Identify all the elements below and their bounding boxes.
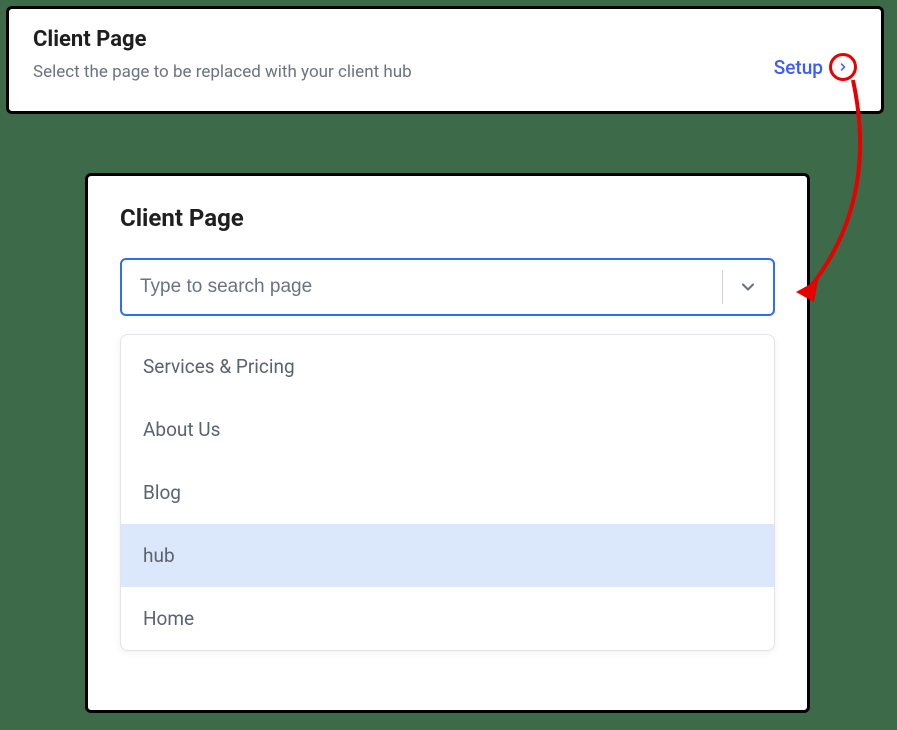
page-search-combobox[interactable]	[120, 258, 775, 316]
card-subtitle: Select the page to be replaced with your…	[33, 62, 412, 82]
dropdown-option[interactable]: hub	[121, 524, 774, 587]
page-search-input[interactable]	[122, 260, 722, 314]
dropdown-option[interactable]: Blog	[121, 461, 774, 524]
picker-title: Client Page	[120, 204, 775, 232]
client-page-setup-card: Client Page Select the page to be replac…	[6, 6, 884, 114]
chevron-right-icon[interactable]	[829, 53, 857, 81]
setup-link-label[interactable]: Setup	[774, 56, 823, 79]
card-text-block: Client Page Select the page to be replac…	[33, 27, 412, 82]
dropdown-option[interactable]: Services & Pricing	[121, 335, 774, 398]
card-title: Client Page	[33, 27, 412, 52]
page-dropdown-list: Services & PricingAbout UsBloghubHome	[120, 334, 775, 651]
dropdown-option[interactable]: About Us	[121, 398, 774, 461]
dropdown-option[interactable]: Home	[121, 587, 774, 650]
client-page-picker-card: Client Page Services & PricingAbout UsBl…	[85, 173, 810, 713]
chevron-down-icon[interactable]	[723, 260, 773, 314]
setup-link-group[interactable]: Setup	[774, 53, 857, 81]
